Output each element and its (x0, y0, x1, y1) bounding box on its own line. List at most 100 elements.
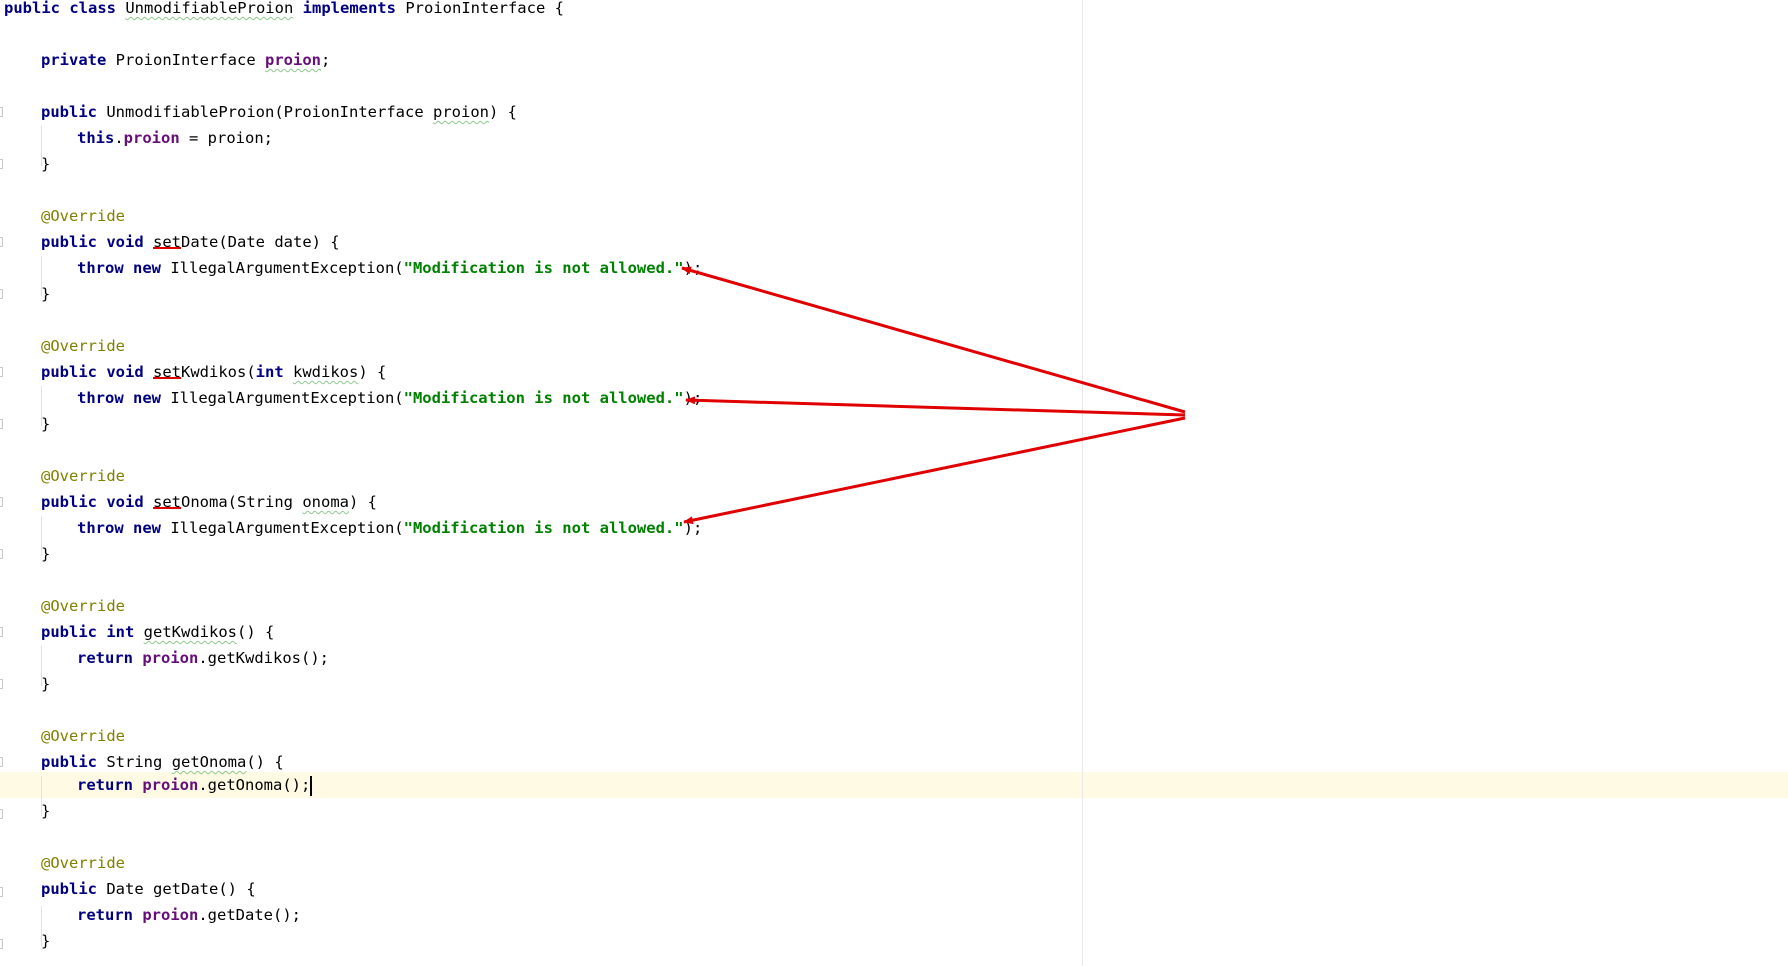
keyword: return (77, 649, 133, 667)
code-line-getkwdikos-signature[interactable]: public int getKwdikos() { (41, 619, 274, 645)
keyword: private (41, 51, 107, 69)
method-rest: Onoma(String (181, 493, 303, 511)
class-name: UnmodifiableProion (125, 0, 294, 17)
type-name: String (106, 753, 163, 771)
string-literal: "Modification is not allowed." (403, 389, 684, 407)
keyword: throw new (77, 519, 161, 537)
code-editor[interactable]: public class UnmodifiableProion implemen… (0, 0, 1788, 966)
paren: ( (274, 103, 284, 121)
field-ref: proion (123, 129, 180, 147)
keyword: this (77, 129, 115, 147)
fold-marker[interactable] (0, 367, 3, 377)
code-line-annotation[interactable]: @Override (41, 333, 125, 359)
fold-marker[interactable] (0, 757, 3, 767)
interface-name: ProionInterface (405, 0, 546, 17)
constructor-name: UnmodifiableProion (106, 103, 275, 121)
code-line-annotation[interactable]: @Override (41, 850, 125, 876)
code-line-close-brace[interactable]: } (41, 151, 50, 177)
method-call: .getOnoma(); (198, 776, 311, 794)
field-ref: proion (142, 649, 199, 667)
code-line-close-brace[interactable]: } (41, 411, 50, 437)
code-line-annotation[interactable]: @Override (41, 723, 125, 749)
fold-marker[interactable] (0, 549, 3, 559)
fold-marker[interactable] (0, 887, 3, 897)
paren-close: ) { (489, 103, 517, 121)
keyword: throw new (77, 389, 161, 407)
field-ref: proion (142, 906, 199, 924)
method-call: .getDate(); (198, 906, 301, 924)
code-line-getdate-return[interactable]: return proion.getDate(); (77, 902, 301, 928)
code-line-close-brace[interactable]: } (41, 928, 50, 954)
arrow-to-setdate (681, 266, 1186, 414)
code-line-close-brace[interactable]: } (41, 281, 50, 307)
keyword: public (41, 753, 97, 771)
code-line-constructor[interactable]: public UnmodifiableProion(ProionInterfac… (41, 99, 517, 125)
keyword: public void (41, 363, 144, 381)
method-name-warning: set (153, 363, 181, 381)
keyword: public (41, 880, 97, 898)
code-line-setkwdikos-signature[interactable]: public void setKwdikos(int kwdikos) { (41, 359, 386, 385)
call-end: ); (683, 519, 703, 537)
keyword: public int (41, 623, 135, 641)
right-margin-guide (1082, 0, 1083, 966)
code-line-getonoma-return[interactable]: return proion.getOnoma(); (77, 772, 313, 798)
code-line-close-brace[interactable]: } (41, 541, 50, 567)
code-line-setdate-throw[interactable]: throw new IllegalArgumentException("Modi… (77, 255, 702, 281)
string-literal: "Modification is not allowed." (403, 519, 684, 537)
code-line-class-declaration[interactable]: public class UnmodifiableProion implemen… (4, 0, 564, 21)
keyword: return (77, 776, 133, 794)
semicolon: ; (321, 51, 331, 69)
type-name: ProionInterface (115, 51, 256, 69)
code-line-setkwdikos-throw[interactable]: throw new IllegalArgumentException("Modi… (77, 385, 702, 411)
exception-call: IllegalArgumentException( (170, 259, 404, 277)
method-call: .getKwdikos(); (198, 649, 329, 667)
code-line-constructor-body[interactable]: this.proion = proion; (77, 125, 273, 151)
keyword: throw new (77, 259, 161, 277)
code-line-annotation[interactable]: @Override (41, 203, 125, 229)
method-rest: Date(Date date) { (181, 233, 340, 251)
code-line-annotation[interactable]: @Override (41, 463, 125, 489)
param-name: kwdikos (293, 363, 359, 381)
method-name: getOnoma (171, 753, 247, 771)
code-line-getkwdikos-return[interactable]: return proion.getKwdikos(); (77, 645, 329, 671)
fold-marker[interactable] (0, 107, 3, 117)
arrow-to-setkwdikos (685, 396, 1186, 417)
code-line-annotation[interactable]: @Override (41, 593, 125, 619)
keyword: public void (41, 493, 144, 511)
code-line-field[interactable]: private ProionInterface proion; (41, 47, 330, 73)
code-line-close-brace[interactable]: } (41, 798, 50, 824)
text-caret (310, 775, 313, 796)
fold-marker[interactable] (0, 497, 3, 507)
fold-marker[interactable] (0, 237, 3, 247)
method-name-warning: set (153, 493, 181, 511)
fold-marker[interactable] (0, 939, 3, 949)
code-line-close-brace[interactable]: } (41, 671, 50, 697)
code-line-setonoma-signature[interactable]: public void setOnoma(String onoma) { (41, 489, 377, 515)
param-type: ProionInterface (283, 103, 424, 121)
method-rest: () { (237, 623, 275, 641)
fold-marker[interactable] (0, 809, 3, 819)
code-line-setdate-signature[interactable]: public void setDate(Date date) { (41, 229, 340, 255)
arrow-to-setonoma (683, 416, 1186, 525)
fold-marker[interactable] (0, 419, 3, 429)
fold-marker[interactable] (0, 289, 3, 299)
param-name: proion (433, 103, 489, 121)
fold-marker[interactable] (0, 159, 3, 169)
code-line-setonoma-throw[interactable]: throw new IllegalArgumentException("Modi… (77, 515, 702, 541)
method-name: getKwdikos (143, 623, 237, 641)
keyword: int (255, 363, 284, 381)
fold-marker[interactable] (0, 679, 3, 689)
dot: . (114, 129, 124, 147)
field-ref: proion (142, 776, 199, 794)
string-literal: "Modification is not allowed." (403, 259, 684, 277)
keyword: public class (4, 0, 116, 17)
keyword: public (41, 103, 97, 121)
fold-marker[interactable] (0, 627, 3, 637)
code-line-getdate-signature[interactable]: public Date getDate() { (41, 876, 256, 902)
brace: { (554, 0, 564, 17)
exception-call: IllegalArgumentException( (170, 389, 404, 407)
method-rest: Date getDate() { (106, 880, 256, 898)
keyword: public void (41, 233, 144, 251)
method-rest: Kwdikos( (181, 363, 256, 381)
keyword: implements (302, 0, 396, 17)
